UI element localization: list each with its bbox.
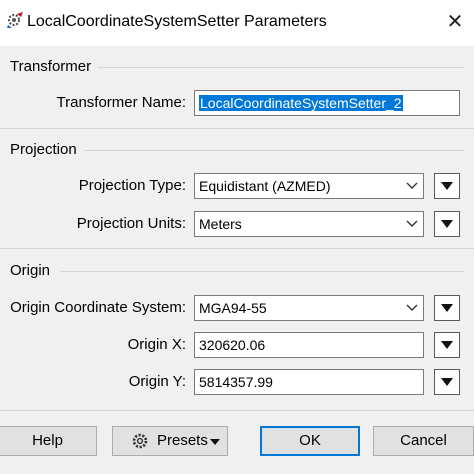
projection-type-label: Projection Type: — [78, 177, 186, 194]
origin-y-label: Origin Y: — [128, 373, 186, 390]
projection-type-menu-button[interactable] — [434, 173, 460, 199]
transformer-gear-icon — [7, 12, 23, 28]
triangle-down-icon — [441, 182, 453, 190]
separator — [60, 271, 464, 272]
cancel-button-label: Cancel — [400, 432, 447, 449]
origin-x-input[interactable]: 320620.06 — [194, 332, 424, 358]
origin-cs-label: Origin Coordinate System: — [10, 299, 186, 316]
close-icon: ✕ — [446, 11, 464, 33]
triangle-down-icon — [441, 341, 453, 349]
help-button-label: Help — [32, 432, 63, 449]
separator — [0, 128, 474, 129]
origin-x-label: Origin X: — [127, 336, 186, 353]
chevron-down-icon — [406, 182, 418, 189]
projection-units-label: Projection Units: — [76, 215, 186, 232]
projection-type-value: Equidistant (AZMED) — [199, 178, 331, 194]
chevron-down-icon — [406, 304, 418, 311]
separator — [0, 410, 474, 411]
window-title: LocalCoordinateSystemSetter Parameters — [27, 13, 327, 30]
close-button[interactable]: ✕ — [440, 8, 470, 36]
group-label-origin: Origin — [10, 262, 51, 279]
cancel-button[interactable]: Cancel — [373, 426, 474, 456]
projection-units-value: Meters — [199, 216, 242, 232]
triangle-down-icon — [441, 220, 453, 228]
origin-x-value: 320620.06 — [199, 337, 266, 353]
separator — [98, 67, 464, 68]
triangle-down-icon — [210, 439, 220, 445]
presets-button-label: Presets — [157, 432, 208, 449]
ok-button-label: OK — [299, 432, 321, 449]
title-bar: LocalCoordinateSystemSetter Parameters ✕ — [0, 0, 474, 46]
triangle-down-icon — [441, 304, 453, 312]
separator — [84, 150, 464, 151]
transformer-name-label: Transformer Name: — [56, 94, 186, 111]
origin-x-menu-button[interactable] — [434, 332, 460, 358]
origin-y-menu-button[interactable] — [434, 369, 460, 395]
origin-cs-menu-button[interactable] — [434, 295, 460, 321]
separator — [0, 248, 474, 249]
origin-cs-select[interactable]: MGA94-55 — [194, 295, 424, 321]
origin-y-input[interactable]: 5814357.99 — [194, 369, 424, 395]
origin-y-value: 5814357.99 — [199, 374, 273, 390]
dialog-window: LocalCoordinateSystemSetter Parameters ✕… — [0, 0, 474, 474]
origin-cs-value: MGA94-55 — [199, 300, 267, 316]
chevron-down-icon — [406, 220, 418, 227]
projection-type-select[interactable]: Equidistant (AZMED) — [194, 173, 424, 199]
presets-button[interactable]: Presets — [112, 426, 228, 456]
triangle-down-icon — [441, 378, 453, 386]
group-label-transformer: Transformer — [10, 58, 92, 75]
group-label-projection: Projection — [10, 141, 77, 158]
transformer-name-value: LocalCoordinateSystemSetter_2 — [199, 95, 403, 111]
transformer-name-input[interactable]: LocalCoordinateSystemSetter_2 — [194, 90, 460, 116]
ok-button[interactable]: OK — [260, 426, 360, 456]
help-button[interactable]: Help — [0, 426, 97, 456]
gear-icon — [132, 433, 148, 449]
projection-units-menu-button[interactable] — [434, 211, 460, 237]
projection-units-select[interactable]: Meters — [194, 211, 424, 237]
